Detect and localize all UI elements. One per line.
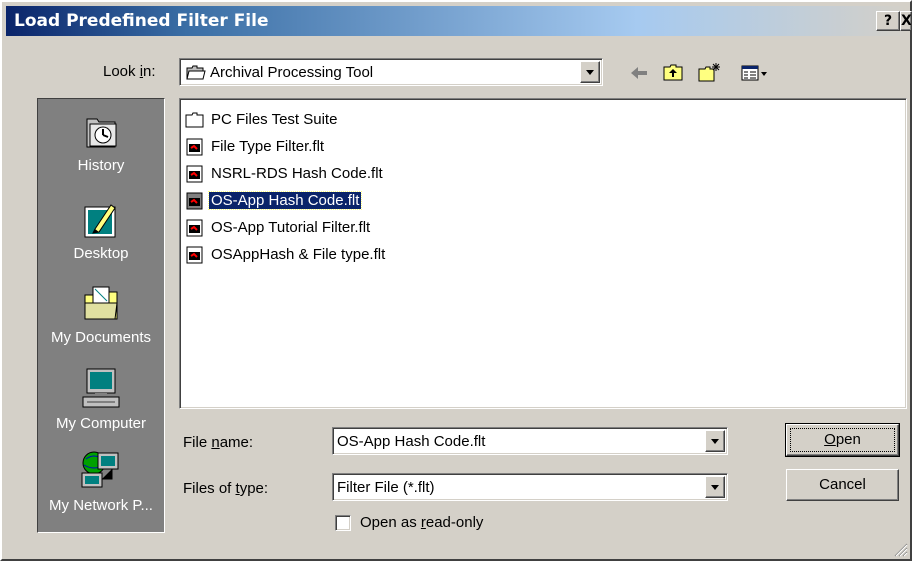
look-in-label: Look in: bbox=[103, 63, 156, 80]
file-type-dropdown[interactable]: Filter File (*.flt) bbox=[332, 473, 728, 501]
filter-file-icon bbox=[185, 219, 205, 241]
folder-icon bbox=[185, 111, 205, 133]
place-label: My Computer bbox=[55, 415, 147, 432]
load-filter-dialog: Load Predefined Filter File ? X Look in:… bbox=[0, 0, 912, 561]
file-name: OS-App Hash Code.flt bbox=[207, 191, 363, 210]
filter-file-icon bbox=[185, 138, 205, 160]
up-one-level-icon[interactable] bbox=[662, 62, 686, 84]
place-label: My Documents bbox=[50, 329, 152, 346]
filter-file-icon bbox=[185, 165, 205, 187]
title-bar[interactable]: Load Predefined Filter File ? X bbox=[6, 6, 912, 36]
open-button[interactable]: Open bbox=[785, 423, 900, 457]
place-label: Desktop bbox=[73, 245, 129, 262]
file-list[interactable]: PC Files Test Suite File Type Filter.flt bbox=[179, 98, 907, 409]
my-network-places-icon bbox=[38, 449, 164, 493]
window-title: Load Predefined Filter File bbox=[14, 11, 269, 31]
place-my-network-places[interactable]: My Network P... bbox=[38, 449, 164, 514]
look-in-value: Archival Processing Tool bbox=[210, 64, 374, 81]
desktop-icon bbox=[38, 199, 164, 241]
place-label: My Network P... bbox=[49, 497, 153, 514]
file-name-input[interactable]: OS-App Hash Code.flt bbox=[332, 427, 728, 455]
file-type-label: Files of type: bbox=[183, 480, 269, 497]
filter-file-icon bbox=[185, 246, 205, 268]
my-computer-icon bbox=[38, 367, 164, 411]
place-my-computer[interactable]: My Computer bbox=[38, 367, 164, 432]
places-bar: History Desktop My Documents My Computer… bbox=[37, 98, 165, 533]
views-menu-icon[interactable] bbox=[740, 62, 767, 84]
file-type-dropdown-arrow[interactable] bbox=[705, 476, 725, 498]
place-desktop[interactable]: Desktop bbox=[38, 199, 164, 262]
my-documents-icon bbox=[38, 283, 164, 325]
look-in-dropdown-arrow[interactable] bbox=[580, 61, 600, 83]
back-arrow-icon[interactable] bbox=[627, 62, 651, 84]
resize-grip-icon[interactable] bbox=[894, 543, 908, 557]
read-only-label[interactable]: Open as read-only bbox=[360, 514, 483, 531]
place-my-documents[interactable]: My Documents bbox=[38, 283, 164, 346]
close-button[interactable]: X bbox=[900, 11, 912, 31]
file-name: File Type Filter.flt bbox=[211, 138, 325, 155]
file-name: PC Files Test Suite bbox=[211, 111, 338, 128]
help-button[interactable]: ? bbox=[876, 11, 900, 31]
file-name: OSAppHash & File type.flt bbox=[211, 246, 386, 263]
new-folder-icon[interactable] bbox=[697, 62, 721, 84]
read-only-checkbox[interactable] bbox=[335, 515, 351, 531]
look-in-dropdown[interactable]: Archival Processing Tool bbox=[179, 58, 603, 86]
file-name-value[interactable]: OS-App Hash Code.flt bbox=[337, 433, 485, 450]
place-history[interactable]: History bbox=[38, 113, 164, 174]
filter-file-icon bbox=[185, 192, 205, 214]
history-icon bbox=[38, 113, 164, 153]
file-name: NSRL-RDS Hash Code.flt bbox=[211, 165, 383, 182]
file-name-label: File name: bbox=[183, 434, 254, 451]
file-name: OS-App Tutorial Filter.flt bbox=[211, 219, 371, 236]
file-name-dropdown-arrow[interactable] bbox=[705, 430, 725, 452]
place-label: History bbox=[77, 157, 125, 174]
file-type-value: Filter File (*.flt) bbox=[337, 479, 435, 496]
cancel-button[interactable]: Cancel bbox=[786, 469, 899, 501]
open-folder-icon bbox=[186, 65, 206, 85]
